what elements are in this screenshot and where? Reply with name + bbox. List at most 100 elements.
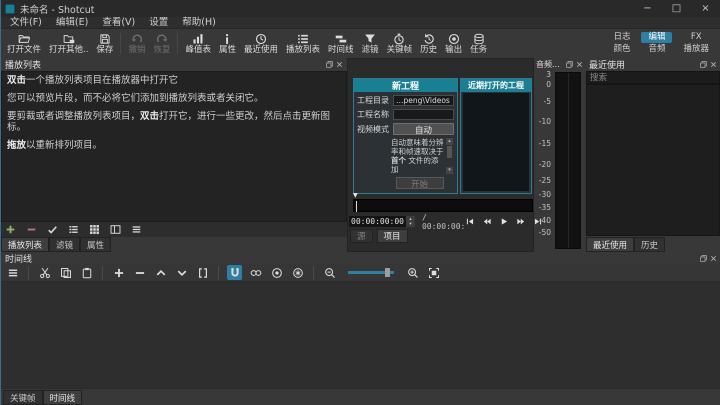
dock-tab-recent[interactable]: 最近使用	[586, 237, 634, 252]
timeline-zoom-fit-button[interactable]	[426, 265, 441, 280]
menu-settings[interactable]: 设置	[142, 17, 175, 29]
scroll-track[interactable]	[446, 145, 453, 167]
scroll-thumb[interactable]	[447, 146, 452, 158]
toolbar-export-button[interactable]: 输出	[441, 32, 466, 56]
playlist-add-button[interactable]	[3, 223, 18, 236]
timeline-zoom-slider[interactable]	[348, 271, 394, 274]
db-scale-label: -15	[534, 140, 551, 148]
dock-tab-filters[interactable]: 滤镜	[49, 237, 80, 252]
timeline-ripple-button[interactable]	[269, 265, 284, 280]
player-tab-source[interactable]: 源	[350, 229, 373, 243]
recent-files-list[interactable]	[586, 84, 720, 236]
toolbar-playlist-button[interactable]: 播放列表	[282, 32, 324, 56]
float-panel-icon[interactable]	[326, 61, 333, 68]
menu-file[interactable]: 文件(F)	[3, 17, 49, 29]
layout-player-button[interactable]: 播放器	[676, 44, 716, 55]
toolbar-peak-meter-button[interactable]: 峰值表	[181, 32, 215, 56]
toolbar-recent-button[interactable]: 最近使用	[240, 32, 282, 56]
timeline-append-button[interactable]	[111, 265, 126, 280]
float-panel-icon[interactable]	[700, 255, 707, 262]
recent-panel-header: 最近使用	[585, 58, 720, 71]
spin-down-icon[interactable]: ▾	[409, 222, 411, 227]
timeline-paste-button[interactable]	[79, 265, 94, 280]
timeline-ripple-delete-button[interactable]	[132, 265, 147, 280]
layout-editing-button[interactable]: 编辑	[641, 32, 672, 43]
layout-color-button[interactable]: 颜色	[606, 44, 637, 55]
skip-start-button[interactable]	[465, 217, 475, 226]
playlist-view-details-button[interactable]	[66, 223, 81, 236]
scroll-down-icon[interactable]: ▾	[446, 167, 453, 174]
close-panel-icon[interactable]	[576, 61, 583, 68]
menu-edit[interactable]: 编辑(E)	[49, 17, 95, 29]
toolbar-jobs-button[interactable]: 任务	[466, 32, 491, 56]
rewind-button[interactable]	[482, 217, 492, 226]
play-button[interactable]	[499, 217, 509, 226]
dock-tab-properties[interactable]: 属性	[80, 237, 111, 252]
toolbar-properties-button[interactable]: 属性	[215, 32, 240, 56]
layout-logging-button[interactable]: 日志	[606, 32, 637, 43]
toolbar-open-file-button[interactable]: 打开文件	[3, 32, 45, 56]
maximize-button[interactable]: □	[662, 0, 691, 17]
playlist-remove-button[interactable]	[24, 223, 39, 236]
float-panel-icon[interactable]	[700, 61, 707, 68]
timeline-tracks-area[interactable]	[1, 282, 720, 388]
project-name-input[interactable]	[393, 109, 454, 120]
timeline-overwrite-button[interactable]	[174, 265, 189, 280]
seek-bar[interactable]	[353, 199, 533, 212]
toolbar-redo-button[interactable]: 恢复	[149, 32, 174, 56]
recent-projects-list[interactable]	[463, 93, 529, 191]
playlist-view-tiles-button[interactable]	[108, 223, 123, 236]
current-position[interactable]: 00:00:00:00	[349, 216, 406, 227]
toolbar-history-button[interactable]: 历史	[416, 32, 441, 56]
recent-search-input[interactable]	[586, 71, 720, 84]
scroll-up-icon[interactable]: ▴	[446, 138, 453, 145]
timeline-copy-button[interactable]	[58, 265, 73, 280]
toolbar-filter-button[interactable]: 滤镜	[358, 32, 383, 56]
timeline-scrub-button[interactable]	[248, 265, 263, 280]
toolbar-undo-button[interactable]: 撤销	[124, 32, 149, 56]
timeline-snap-button[interactable]	[227, 265, 242, 280]
close-panel-icon[interactable]	[336, 61, 343, 68]
project-folder-input[interactable]	[393, 95, 454, 106]
db-scale-label: -35	[534, 204, 551, 212]
timeline-split-button[interactable]	[195, 265, 210, 280]
audio-meter-scale: 30-5-10-15-20-25-30-35-40-50	[534, 71, 585, 252]
timecode-spinner[interactable]: 00:00:00:00 ▴ ▾	[348, 215, 416, 228]
player-tab-project[interactable]: 项目	[377, 229, 408, 243]
layout-fx-button[interactable]: FX	[684, 32, 709, 43]
playlist-update-button[interactable]	[45, 223, 60, 236]
start-button[interactable]: 开始	[396, 177, 444, 189]
timeline-zoom-in-button[interactable]	[405, 265, 420, 280]
dock-tab-timeline[interactable]: 时间线	[43, 390, 83, 405]
fast-forward-button[interactable]	[516, 217, 526, 226]
toolbar-save-button[interactable]: 保存	[92, 32, 117, 56]
video-mode-button[interactable]: 自动	[393, 123, 454, 135]
dock-tab-playlist[interactable]: 播放列表	[1, 237, 49, 252]
playlist-menu-button[interactable]	[129, 223, 144, 236]
timeline-lift-button[interactable]	[153, 265, 168, 280]
toolbar-keyframes-button[interactable]: 关键帧	[383, 32, 417, 56]
minimize-button[interactable]: −	[633, 0, 662, 17]
close-panel-icon[interactable]	[710, 255, 717, 262]
timeline-menu-button[interactable]	[5, 265, 20, 280]
timeline-zoom-out-button[interactable]	[322, 265, 337, 280]
playhead[interactable]	[356, 201, 357, 212]
dock-tab-history[interactable]: 历史	[634, 237, 665, 252]
timeline-ripple-all-button[interactable]	[290, 265, 305, 280]
menu-view[interactable]: 查看(V)	[95, 17, 142, 29]
float-panel-icon[interactable]	[566, 61, 573, 68]
zoom-slider-handle[interactable]	[385, 268, 390, 277]
playlist-view-icons-button[interactable]	[87, 223, 102, 236]
toolbar-open-other-button[interactable]: 打开其他..	[45, 32, 92, 56]
timeline-cut-button[interactable]	[37, 265, 52, 280]
menu-help[interactable]: 帮助(H)	[175, 17, 223, 29]
close-panel-icon[interactable]	[710, 61, 717, 68]
dock-tab-keyframes[interactable]: 关键帧	[3, 390, 43, 405]
close-button[interactable]: ×	[691, 0, 720, 17]
timeline-panel: 时间线	[1, 252, 720, 388]
layout-audio-button[interactable]: 音频	[641, 44, 672, 55]
toolbar-timeline-button[interactable]: 时间线	[324, 32, 358, 56]
zoom-out-icon	[324, 267, 336, 279]
timecode-stepper[interactable]: ▴ ▾	[406, 216, 415, 227]
hint-scrollbar[interactable]: ▴ ▾	[446, 138, 453, 174]
